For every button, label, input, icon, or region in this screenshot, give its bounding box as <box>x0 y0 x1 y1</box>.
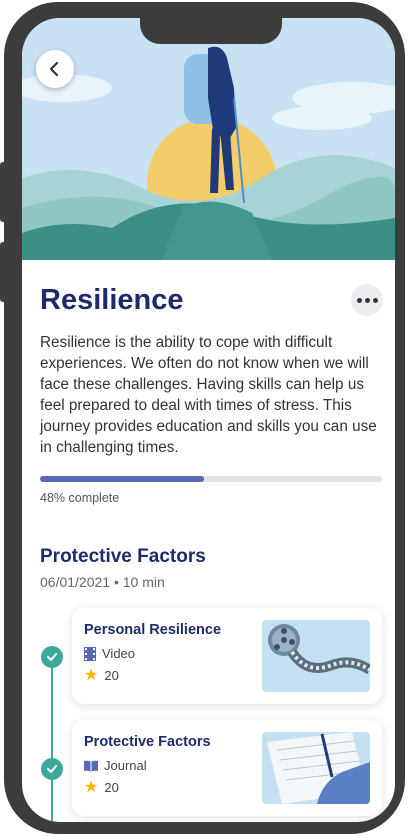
more-options-button[interactable] <box>351 284 383 316</box>
progress-bar <box>40 476 382 482</box>
back-button[interactable] <box>36 50 74 88</box>
book-icon <box>84 760 98 772</box>
section-date: 06/01/2021 <box>40 574 111 590</box>
item-points: ★ 20 <box>84 778 119 796</box>
chevron-left-icon <box>49 61 59 77</box>
dot-icon <box>364 297 370 303</box>
page-title: Resilience <box>40 284 184 316</box>
item-type-label: Video <box>102 646 136 661</box>
notch <box>140 2 282 44</box>
side-button <box>0 162 6 222</box>
side-button <box>0 242 6 302</box>
item-title: Protective Factors <box>84 734 211 750</box>
check-icon <box>41 646 63 668</box>
item-points-value: 20 <box>104 668 119 683</box>
timeline-line <box>51 658 53 822</box>
section-title: Protective Factors <box>40 546 206 567</box>
journal-thumbnail <box>262 732 370 804</box>
item-points: ★ 20 <box>84 666 119 684</box>
dot-icon <box>372 297 378 303</box>
list-item[interactable]: Protective Factors Journal ★ 20 <box>72 720 382 816</box>
item-type: Journal <box>84 758 147 773</box>
star-icon: ★ <box>84 666 99 684</box>
section-meta: 06/01/2021 • 10 min <box>40 574 165 590</box>
item-title: Personal Resilience <box>84 622 222 638</box>
dot-icon <box>356 297 362 303</box>
check-icon <box>41 758 63 780</box>
phone-frame: Resilience Resilience is the ability to … <box>0 2 405 834</box>
video-thumbnail <box>262 620 370 692</box>
hero-illustration <box>22 18 395 260</box>
description: Resilience is the ability to cope with d… <box>40 334 377 456</box>
section-duration: 10 min <box>122 574 165 590</box>
list-item[interactable]: Personal Resilience Video ★ 20 <box>72 608 382 704</box>
screen: Resilience Resilience is the ability to … <box>22 18 395 822</box>
progress-label: 48% complete <box>40 491 120 505</box>
item-points-value: 20 <box>104 780 119 795</box>
item-type: Video <box>84 646 135 661</box>
item-type-label: Journal <box>104 758 147 773</box>
star-icon: ★ <box>84 778 99 796</box>
progress-fill <box>40 476 205 482</box>
film-icon <box>84 646 96 661</box>
